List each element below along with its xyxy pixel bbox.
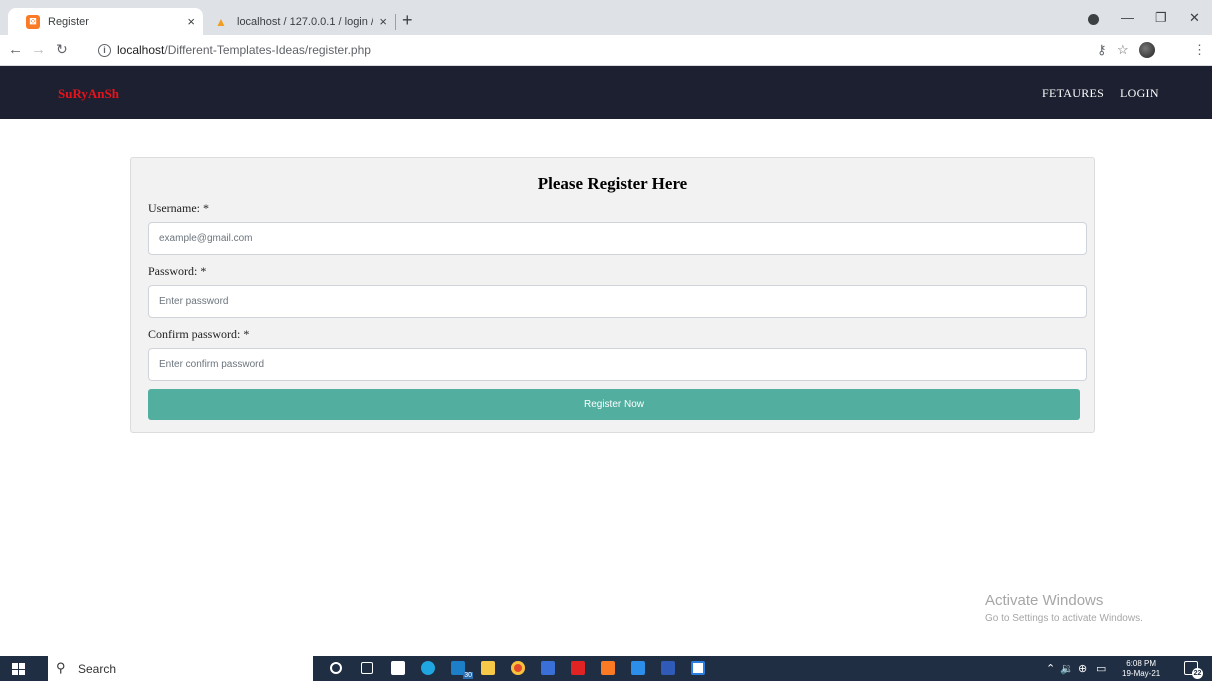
xampp-taskbar-icon[interactable]	[601, 661, 615, 675]
battery-icon[interactable]: ▭	[1096, 662, 1106, 675]
activate-windows-title: Activate Windows	[985, 592, 1104, 609]
tab-divider	[395, 14, 396, 30]
clock-date: 19-May-21	[1122, 669, 1161, 678]
edge-icon[interactable]	[421, 661, 435, 675]
activate-windows-subtitle: Go to Settings to activate Windows.	[985, 613, 1143, 624]
xampp-icon: ⊠	[26, 14, 40, 29]
recording-icon[interactable]	[1088, 14, 1099, 25]
taskbar-clock[interactable]: 6:08 PM 19-May-21	[1122, 659, 1160, 679]
register-button[interactable]: Register Now	[148, 389, 1080, 420]
url-host: localhost	[117, 43, 165, 57]
chrome-icon[interactable]	[511, 661, 525, 675]
close-window-button[interactable]: ✕	[1189, 10, 1200, 26]
more-menu-icon[interactable]: ⋮	[1193, 42, 1206, 58]
password-input[interactable]	[148, 285, 1087, 318]
powershell-icon[interactable]	[661, 661, 675, 675]
confirm-password-label: Confirm password: *	[148, 327, 250, 341]
nav-link-features[interactable]: FETAURES	[1042, 86, 1104, 101]
vscode-icon[interactable]	[631, 661, 645, 675]
notification-count: 22	[1192, 668, 1203, 679]
windows-start-icon[interactable]	[12, 663, 25, 675]
username-label: Username: *	[148, 201, 209, 215]
close-tab-icon[interactable]: ×	[379, 14, 387, 29]
tab-phpmyadmin[interactable]: ▲ localhost / 127.0.0.1 / login / use ×	[205, 8, 395, 35]
brand-logo[interactable]: SuRyAnSh	[58, 86, 119, 102]
taskbar-search[interactable]: ⚲ Search	[48, 656, 313, 681]
site-navbar: SuRyAnSh FETAURES LOGIN	[0, 66, 1212, 119]
phpmyadmin-icon: ▲	[215, 14, 227, 29]
app-window-icon[interactable]	[691, 661, 705, 675]
file-explorer-icon[interactable]	[481, 661, 495, 675]
browser-toolbar: ← → ↻ i localhost/Different-Templates-Id…	[0, 35, 1212, 66]
app-icon[interactable]	[541, 661, 555, 675]
username-input[interactable]	[148, 222, 1087, 255]
new-tab-button[interactable]: +	[402, 10, 413, 31]
cortana-icon[interactable]	[330, 662, 342, 674]
taskbar-search-placeholder: Search	[78, 662, 117, 676]
back-arrow-icon[interactable]: ←	[8, 41, 23, 58]
url-path: /Different-Templates-Ideas/register.php	[164, 43, 371, 57]
notification-center-icon[interactable]: 22	[1184, 661, 1203, 679]
register-card: Please Register Here Username: * Passwor…	[130, 157, 1095, 433]
tray-chevron-icon[interactable]: ⌃	[1046, 662, 1055, 675]
star-icon[interactable]: ☆	[1117, 42, 1129, 58]
acrobat-icon[interactable]	[571, 661, 585, 675]
store-badge: 30	[463, 672, 473, 679]
form-heading: Please Register Here	[537, 174, 688, 193]
tab-title: localhost / 127.0.0.1 / login / use	[237, 15, 373, 28]
minimize-button[interactable]: —	[1121, 10, 1134, 25]
info-icon[interactable]: i	[98, 44, 111, 57]
password-label: Password: *	[148, 264, 207, 278]
reload-icon[interactable]: ↻	[56, 41, 68, 58]
clock-time: 6:08 PM	[1126, 659, 1157, 668]
nav-link-login[interactable]: LOGIN	[1120, 86, 1159, 101]
search-icon: ⚲	[56, 660, 66, 675]
task-view-icon[interactable]	[361, 662, 373, 674]
restore-button[interactable]: ❐	[1155, 10, 1167, 26]
volume-icon[interactable]: 🔉	[1060, 662, 1074, 675]
browser-tab-strip: ⊠ Register × ▲ localhost / 127.0.0.1 / l…	[0, 0, 1212, 35]
store-icon[interactable]: 30	[451, 661, 473, 679]
network-globe-icon[interactable]: ⊕	[1078, 662, 1087, 675]
store-bag-icon[interactable]	[391, 661, 405, 675]
key-icon[interactable]: ⚷	[1097, 42, 1107, 58]
windows-taskbar: ⚲ Search 30 ⌃ 🔉 ⊕ ▭ 6:08 PM 19-May-21 22	[0, 656, 1212, 681]
profile-avatar[interactable]	[1139, 42, 1155, 58]
address-bar[interactable]: localhost/Different-Templates-Ideas/regi…	[117, 43, 371, 57]
close-tab-icon[interactable]: ×	[187, 14, 195, 29]
tab-register[interactable]: ⊠ Register ×	[8, 8, 203, 35]
tab-title: Register	[48, 15, 89, 28]
forward-arrow-icon[interactable]: →	[31, 41, 46, 58]
confirm-password-input[interactable]	[148, 348, 1087, 381]
